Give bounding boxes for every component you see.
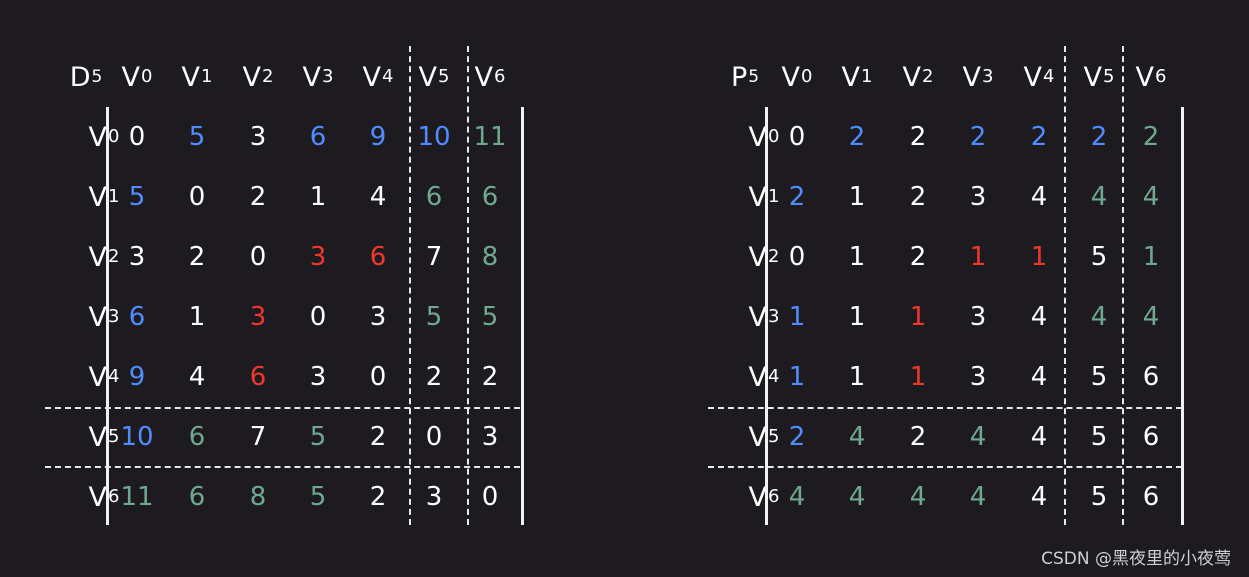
- p-cell-r1-c3: 3: [969, 182, 987, 212]
- p-cell-r6-c0: 4: [788, 482, 806, 512]
- p-col-header-v5: V5: [1083, 61, 1115, 93]
- p-cell-r4-c5: 5: [1090, 362, 1108, 392]
- p-cell-r3-c4: 4: [1030, 302, 1048, 332]
- p-cell-r6-c6: 6: [1142, 482, 1160, 512]
- path-matrix-p5: P5V0V1V2V3V4V5V6V00222222V12123444V20121…: [0, 0, 1249, 577]
- p-cell-r6-c5: 5: [1090, 482, 1108, 512]
- p-dashed-column-divider: [1064, 46, 1066, 525]
- p-cell-r1-c4: 4: [1030, 182, 1048, 212]
- p-cell-r4-c2: 1: [909, 362, 927, 392]
- p-col-header-v3: V3: [962, 61, 994, 93]
- p-cell-r1-c0: 2: [788, 182, 806, 212]
- p-col-header-v2: V2: [902, 61, 934, 93]
- p-cell-r1-c2: 2: [909, 182, 927, 212]
- p-cell-r5-c1: 4: [848, 422, 866, 452]
- csdn-watermark: CSDN @黑夜里的小夜莺: [1041, 549, 1231, 569]
- p-cell-r3-c2: 1: [909, 302, 927, 332]
- p-cell-r2-c3: 1: [969, 242, 987, 272]
- p-right-bracket: [1181, 107, 1184, 525]
- p-dashed-row-divider: [708, 407, 1182, 409]
- p-cell-r3-c6: 4: [1142, 302, 1160, 332]
- p-cell-r3-c5: 4: [1090, 302, 1108, 332]
- p-cell-r4-c6: 6: [1142, 362, 1160, 392]
- p-left-bracket: [765, 107, 768, 525]
- p-cell-r0-c4: 2: [1030, 122, 1048, 152]
- p-cell-r1-c6: 4: [1142, 182, 1160, 212]
- p-cell-r5-c3: 4: [969, 422, 987, 452]
- p-matrix-label: P5: [730, 61, 760, 93]
- p-cell-r1-c1: 1: [848, 182, 866, 212]
- p-cell-r0-c3: 2: [969, 122, 987, 152]
- p-cell-r2-c0: 0: [788, 242, 806, 272]
- p-cell-r4-c0: 1: [788, 362, 806, 392]
- p-cell-r3-c1: 1: [848, 302, 866, 332]
- p-cell-r3-c0: 1: [788, 302, 806, 332]
- p-cell-r0-c5: 2: [1090, 122, 1108, 152]
- p-dashed-row-divider: [708, 466, 1182, 468]
- p-cell-r3-c3: 3: [969, 302, 987, 332]
- p-cell-r5-c5: 5: [1090, 422, 1108, 452]
- p-cell-r0-c0: 0: [788, 122, 806, 152]
- p-col-header-v4: V4: [1023, 61, 1055, 93]
- p-cell-r5-c4: 4: [1030, 422, 1048, 452]
- p-cell-r4-c4: 4: [1030, 362, 1048, 392]
- p-cell-r6-c4: 4: [1030, 482, 1048, 512]
- p-cell-r2-c5: 5: [1090, 242, 1108, 272]
- p-col-header-v0: V0: [781, 61, 813, 93]
- p-cell-r5-c0: 2: [788, 422, 806, 452]
- p-col-header-v1: V1: [841, 61, 873, 93]
- p-cell-r6-c2: 4: [909, 482, 927, 512]
- p-cell-r2-c2: 2: [909, 242, 927, 272]
- p-col-header-v6: V6: [1135, 61, 1167, 93]
- p-cell-r6-c3: 4: [969, 482, 987, 512]
- p-cell-r2-c6: 1: [1142, 242, 1160, 272]
- p-cell-r5-c6: 6: [1142, 422, 1160, 452]
- p-cell-r1-c5: 4: [1090, 182, 1108, 212]
- p-cell-r2-c1: 1: [848, 242, 866, 272]
- p-cell-r6-c1: 4: [848, 482, 866, 512]
- p-cell-r0-c2: 2: [909, 122, 927, 152]
- p-cell-r2-c4: 1: [1030, 242, 1048, 272]
- p-cell-r0-c6: 2: [1142, 122, 1160, 152]
- p-cell-r5-c2: 2: [909, 422, 927, 452]
- p-cell-r4-c1: 1: [848, 362, 866, 392]
- p-cell-r4-c3: 3: [969, 362, 987, 392]
- p-dashed-column-divider: [1122, 46, 1124, 525]
- p-cell-r0-c1: 2: [848, 122, 866, 152]
